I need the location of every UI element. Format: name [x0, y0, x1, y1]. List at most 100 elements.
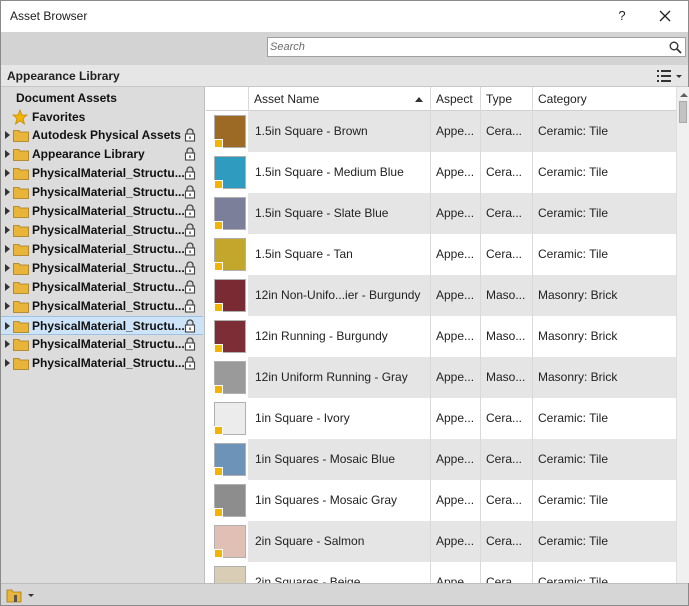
warning-icon: [214, 262, 223, 271]
scrollbar-thumb[interactable]: [679, 101, 687, 123]
column-divider: [430, 521, 431, 562]
type-cell: Maso...: [486, 329, 526, 343]
table-row[interactable]: 1.5in Square - Medium Blue Appe... Cera...…: [206, 152, 676, 193]
search-input[interactable]: [270, 39, 660, 55]
folder-icon: [13, 282, 29, 294]
thumbnail-cell: [206, 562, 248, 583]
table-row[interactable]: 12in Running - Burgundy Appe... Maso... Mas…: [206, 316, 676, 357]
category-cell: Ceramic: Tile: [538, 534, 609, 548]
expand-arrow-icon[interactable]: [5, 131, 10, 139]
column-header-type[interactable]: Type: [480, 87, 532, 111]
expand-arrow-icon[interactable]: [5, 359, 10, 367]
expand-arrow-icon[interactable]: [5, 283, 10, 291]
warning-icon: [214, 385, 223, 394]
close-button[interactable]: [649, 4, 681, 28]
thumbnail-cell: [206, 316, 248, 357]
column-divider: [430, 152, 431, 193]
tree-item-library[interactable]: PhysicalMaterial_Structu...: [1, 221, 203, 240]
table-row[interactable]: 12in Non-Unifo...ier - Burgundy Appe... Ma…: [206, 275, 676, 316]
column-divider: [480, 111, 481, 152]
table-row[interactable]: 12in Uniform Running - Gray Appe... Maso..…: [206, 357, 676, 398]
expand-arrow-icon[interactable]: [5, 322, 10, 330]
search-icon[interactable]: [669, 41, 682, 54]
tree-item-label: PhysicalMaterial_Structu...: [32, 280, 185, 294]
lock-icon: [184, 319, 196, 333]
tree-item-label: PhysicalMaterial_Structu...: [32, 356, 185, 370]
aspect-cell: Appe...: [436, 329, 475, 343]
expand-arrow-icon[interactable]: [5, 169, 10, 177]
lock-icon: [184, 166, 196, 180]
tree-item-library[interactable]: Autodesk Physical Assets: [1, 126, 203, 145]
tree-item-document-assets[interactable]: Document Assets: [16, 91, 117, 105]
expand-arrow-icon[interactable]: [5, 188, 10, 196]
expand-arrow-icon[interactable]: [5, 207, 10, 215]
tree-item-label: Appearance Library: [32, 147, 145, 161]
column-divider: [480, 357, 481, 398]
folder-icon: [13, 321, 29, 333]
tree-item-library[interactable]: PhysicalMaterial_Structu...: [1, 259, 203, 278]
expand-arrow-icon[interactable]: [5, 150, 10, 158]
type-cell: Cera...: [486, 452, 523, 466]
table-row[interactable]: 1.5in Square - Brown Appe... Cera... Cerami…: [206, 111, 676, 152]
thumbnail-cell: [206, 111, 248, 152]
table-row[interactable]: 2in Square - Salmon Appe... Cera... Ceramic…: [206, 521, 676, 562]
tree-item-library[interactable]: PhysicalMaterial_Structu...: [1, 164, 203, 183]
type-cell: Cera...: [486, 493, 523, 507]
column-divider: [430, 562, 431, 583]
tree-item-library[interactable]: PhysicalMaterial_Structu...: [1, 297, 203, 316]
column-header-aspect[interactable]: Aspect: [430, 87, 480, 111]
tree-item-library[interactable]: PhysicalMaterial_Structu...: [1, 354, 203, 373]
tree-item-library[interactable]: PhysicalMaterial_Structu...: [1, 183, 203, 202]
view-options-button[interactable]: [655, 68, 685, 84]
tree-item-library[interactable]: PhysicalMaterial_Structu...: [1, 278, 203, 297]
category-cell: Masonry: Brick: [538, 329, 618, 343]
aspect-cell: Appe...: [436, 452, 475, 466]
table-scrollbar[interactable]: [676, 87, 689, 583]
folder-icon: [13, 244, 29, 256]
tree-item-favorites[interactable]: Favorites: [12, 109, 132, 127]
expand-arrow-icon[interactable]: [5, 264, 10, 272]
column-divider: [532, 193, 533, 234]
lock-icon: [184, 337, 196, 351]
tree-item-library[interactable]: PhysicalMaterial_Structu...: [1, 316, 203, 335]
column-divider: [532, 234, 533, 275]
expand-arrow-icon[interactable]: [5, 340, 10, 348]
lock-icon: [184, 242, 196, 256]
expand-arrow-icon[interactable]: [5, 245, 10, 253]
column-header-category[interactable]: Category: [532, 87, 676, 111]
scroll-up-icon[interactable]: [680, 93, 688, 97]
tree-item-library[interactable]: Appearance Library: [1, 145, 203, 164]
tree-item-library[interactable]: PhysicalMaterial_Structu...: [1, 240, 203, 259]
thumbnail-column-header[interactable]: [206, 87, 248, 111]
asset-name-cell: 1.5in Square - Medium Blue: [255, 165, 404, 179]
folder-icon: [13, 225, 29, 237]
table-row[interactable]: 1in Squares - Mosaic Blue Appe... Cera... C…: [206, 439, 676, 480]
window-title: Asset Browser: [10, 9, 88, 23]
folder-icon: [13, 339, 29, 351]
warning-icon: [214, 139, 223, 148]
tree-item-library[interactable]: PhysicalMaterial_Structu...: [1, 335, 203, 354]
aspect-cell: Appe...: [436, 493, 475, 507]
aspect-cell: Appe...: [436, 206, 475, 220]
thumbnail-cell: [206, 193, 248, 234]
library-manage-button[interactable]: [6, 587, 34, 603]
table-row[interactable]: 1.5in Square - Slate Blue Appe... Cera... C…: [206, 193, 676, 234]
tree-item-label: PhysicalMaterial_Structu...: [32, 166, 185, 180]
table-row[interactable]: 1in Square - Ivory Appe... Cera... Ceramic:…: [206, 398, 676, 439]
lock-icon: [184, 185, 196, 199]
warning-icon: [214, 303, 223, 312]
table-row[interactable]: 1in Squares - Mosaic Gray Appe... Cera... C…: [206, 480, 676, 521]
table-row[interactable]: 1.5in Square - Tan Appe... Cera... Ceramic:…: [206, 234, 676, 275]
expand-arrow-icon[interactable]: [5, 226, 10, 234]
help-button[interactable]: ?: [606, 4, 638, 28]
category-cell: Ceramic: Tile: [538, 493, 609, 507]
lock-icon: [184, 356, 196, 370]
column-divider: [430, 439, 431, 480]
library-options-icon: [6, 589, 34, 603]
folder-icon: [13, 358, 29, 370]
table-row[interactable]: 2in Squares - Beige Appe... Cera... Ceramic…: [206, 562, 676, 583]
column-header-asset-name[interactable]: Asset Name: [248, 87, 430, 111]
tree-item-library[interactable]: PhysicalMaterial_Structu...: [1, 202, 203, 221]
expand-arrow-icon[interactable]: [5, 302, 10, 310]
column-divider: [430, 357, 431, 398]
